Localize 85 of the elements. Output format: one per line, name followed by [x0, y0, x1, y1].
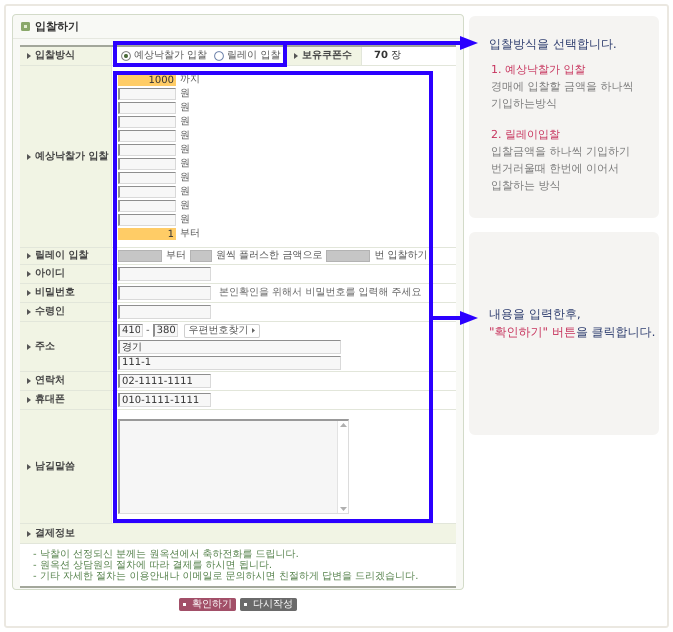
amount-field[interactable]: [118, 214, 176, 226]
triangle-bullet-icon: [27, 464, 31, 470]
amount-field[interactable]: [118, 172, 176, 184]
radio-option[interactable]: 릴레이 입찰: [214, 51, 280, 61]
triangle-bullet-icon: [27, 397, 31, 403]
text-field[interactable]: [118, 267, 211, 281]
text-field[interactable]: [118, 305, 211, 319]
zip-field[interactable]: 410: [118, 324, 143, 337]
triangle-bullet-icon: [27, 154, 31, 160]
inline-text: 원씩 플러스한 금액으로: [216, 251, 322, 261]
coupon-count: 70 장: [374, 51, 402, 61]
triangle-bullet-icon: [27, 271, 31, 277]
unit-label: 원: [180, 89, 190, 99]
radio-option[interactable]: 예상낙찰가 입찰: [121, 51, 208, 61]
field-label: 예상낙찰가 입찰: [35, 152, 108, 162]
triangle-bullet-icon: [27, 253, 31, 259]
text-field[interactable]: [118, 286, 211, 300]
triangle-bullet-icon: [27, 309, 31, 315]
address-field[interactable]: 경기: [118, 340, 341, 354]
unit-label: 원: [180, 201, 190, 211]
field-label: 연락처: [35, 376, 65, 386]
field-label: 주소: [35, 342, 55, 352]
unit-label: 원: [180, 103, 190, 113]
triangle-bullet-icon: [27, 53, 31, 59]
caret-right-icon: [252, 328, 255, 333]
caret-down-icon: [340, 507, 346, 511]
rewrite-button[interactable]: 다시작성: [240, 598, 297, 611]
note-text: - 원옥션 상담원의 절차에 따라 결제를 하시면 됩니다.: [33, 560, 274, 571]
callout-heading: 2. 릴레이입찰: [490, 127, 561, 143]
callout-description: 경매에 입찰할 금액을 하나씩 기입하는방식: [490, 79, 634, 112]
unit-label: 원: [180, 145, 190, 155]
field-label: 수령인: [35, 307, 65, 317]
unit-label: 원: [180, 215, 190, 225]
zip-field[interactable]: 380: [152, 324, 178, 337]
unit-label: 원: [180, 131, 190, 141]
field-label: 릴레이 입찰: [35, 251, 88, 261]
field-label: 보유쿠폰수: [302, 51, 352, 61]
amount-field[interactable]: 1: [118, 228, 176, 240]
triangle-bullet-icon: [294, 53, 298, 59]
text-field[interactable]: 010-1111-1111: [118, 393, 211, 407]
note-text: - 기타 자세한 절차는 이용안내나 이메일로 문의하시면 친절하게 답변을 드리겠습니다.: [33, 571, 420, 582]
note-text: - 낙찰이 선정되신 분께는 원옥션에서 축하전화를 드립니다.: [33, 549, 300, 560]
amount-field[interactable]: [118, 200, 176, 212]
amount-field[interactable]: [118, 102, 176, 114]
field-label: 비밀번호: [35, 288, 75, 298]
triangle-bullet-icon: [27, 290, 31, 296]
section-title: 결제정보: [35, 528, 75, 538]
inline-text: 번 입찰하기: [374, 251, 428, 261]
field-label: 아이디: [35, 269, 65, 279]
amount-field[interactable]: 1000: [118, 74, 176, 86]
unit-label: 부터: [180, 229, 200, 239]
unit-label: 원: [180, 117, 190, 127]
unit-label: 원: [180, 173, 190, 183]
field-label: 남길말씀: [35, 462, 75, 472]
callout-heading: 1. 예상낙찰가 입찰: [490, 62, 586, 78]
unit-label: 원: [180, 187, 190, 197]
postcode-button[interactable]: 우편번호찾기: [184, 324, 260, 338]
pointer-arrow: [433, 311, 478, 325]
address-field[interactable]: 111-1: [118, 356, 341, 370]
amount-field[interactable]: [118, 158, 176, 170]
separator-text: -: [146, 326, 150, 336]
callout-title: 입찰방식을 선택합니다.: [489, 36, 618, 53]
amount-field[interactable]: [118, 144, 176, 156]
field-label: 휴대폰: [35, 395, 65, 405]
hint-text: 본인확인을 위해서 비밀번호를 입력해 주세요: [219, 288, 422, 298]
amount-field[interactable]: [118, 130, 176, 142]
callout-text: 내용을 입력한후,: [489, 306, 582, 323]
panel-title: 입찰하기: [35, 21, 79, 32]
caret-up-icon: [340, 423, 346, 427]
square-bullet-icon: [21, 22, 30, 31]
text-field[interactable]: 02-1111-1111: [118, 374, 211, 388]
callout-text: "확인하기" 버튼을 클릭합니다.: [489, 324, 656, 341]
triangle-bullet-icon: [27, 378, 31, 384]
triangle-bullet-icon: [27, 344, 31, 350]
confirm-button[interactable]: 확인하기: [179, 598, 236, 611]
callout-description: 입찰금액을 하나씩 기입하기 번거러울때 한번에 이어서 입찰하는 방식: [490, 144, 631, 194]
inline-text: 부터: [166, 251, 186, 261]
field-label: 입찰방식: [35, 51, 75, 61]
triangle-bullet-icon: [27, 530, 31, 536]
message-field[interactable]: [118, 419, 349, 514]
amount-field[interactable]: [118, 88, 176, 100]
amount-field[interactable]: [118, 116, 176, 128]
amount-field[interactable]: [118, 186, 176, 198]
unit-label: 까지: [180, 75, 200, 85]
unit-label: 원: [180, 159, 190, 169]
